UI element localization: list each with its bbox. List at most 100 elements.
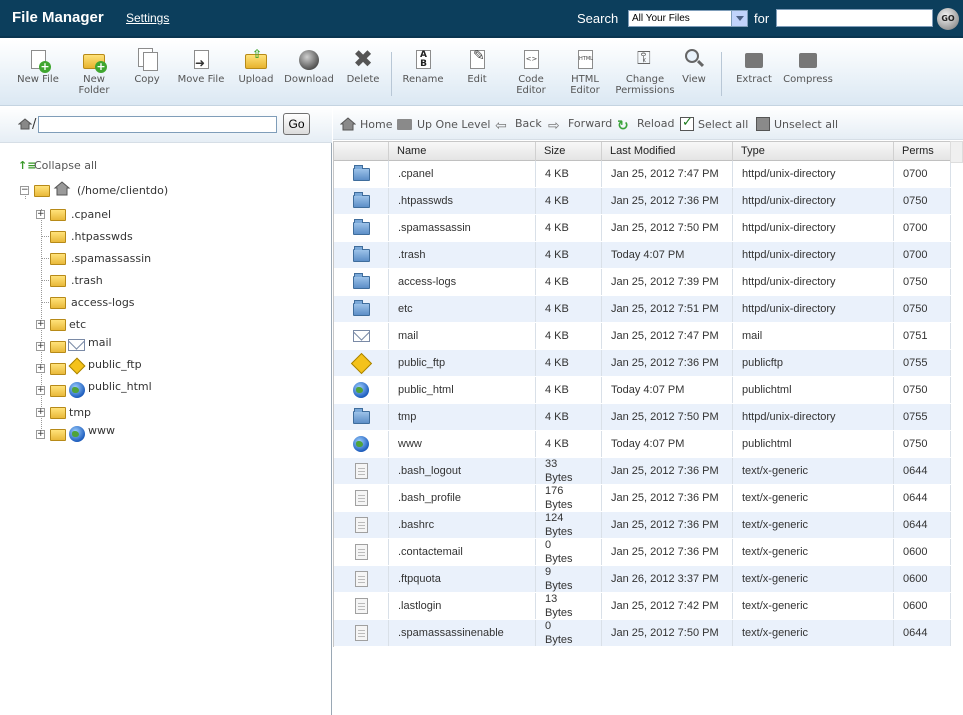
table-row[interactable]: .lastlogin 13 Bytes Jan 25, 2012 7:42 PM te… (334, 593, 951, 620)
row-perms-cell: 0600 (894, 593, 951, 619)
row-name-cell[interactable]: .cpanel (389, 161, 536, 187)
tree-item-label: .spamassassin (71, 252, 152, 265)
table-row[interactable]: etc 4 KB Jan 25, 2012 7:51 PM httpd/unix-di… (334, 296, 951, 323)
row-name-cell[interactable]: mail (389, 323, 536, 349)
table-row[interactable]: mail 4 KB Jan 25, 2012 7:47 PM mail 0751 (334, 323, 951, 350)
home-icon[interactable] (17, 118, 33, 130)
row-perms-cell: 0600 (894, 539, 951, 565)
expand-toggle-icon[interactable]: + (36, 320, 45, 329)
copy-button[interactable]: Copy (127, 48, 167, 85)
expand-toggle-icon[interactable]: + (36, 386, 45, 395)
search-input[interactable] (776, 9, 933, 27)
table-row[interactable]: .ftpquota 9 Bytes Jan 26, 2012 3:37 PM text… (334, 566, 951, 593)
forward-button[interactable]: ⇨ Forward (548, 117, 612, 133)
move-file-button[interactable]: ➜ Move File (174, 48, 228, 85)
row-name-cell[interactable]: .htpasswds (389, 188, 536, 214)
expand-toggle-icon[interactable]: + (36, 408, 45, 417)
view-label: View (682, 74, 706, 85)
new-folder-label: New Folder (78, 74, 110, 96)
delete-button[interactable]: ✖ Delete (343, 45, 383, 85)
up-one-level-button[interactable]: Up One Level (397, 117, 490, 131)
unselect-all-button[interactable]: Unselect all (756, 117, 838, 131)
table-row[interactable]: .spamassassinenable 0 Bytes Jan 25, 2012 7… (334, 620, 951, 647)
chevron-down-icon[interactable] (731, 11, 747, 26)
row-perms-cell: 0700 (894, 242, 951, 268)
search-go-button[interactable]: GO (937, 8, 959, 30)
row-size-cell: 4 KB (536, 269, 602, 295)
path-go-button[interactable]: Go (283, 113, 310, 135)
row-name-cell[interactable]: .spamassassin (389, 215, 536, 241)
code-editor-button[interactable]: <> Code Editor (508, 48, 554, 96)
table-row[interactable]: .bashrc 124 Bytes Jan 25, 2012 7:36 PM text… (334, 512, 951, 539)
new-file-button[interactable]: + New File (16, 48, 60, 85)
collapse-all-link[interactable]: ↑≡Collapse all (18, 159, 97, 172)
table-row[interactable]: .bash_logout 33 Bytes Jan 25, 2012 7:36 PM… (334, 458, 951, 485)
change-permissions-label: Change Permissions (615, 74, 675, 96)
table-row[interactable]: .cpanel 4 KB Jan 25, 2012 7:47 PM httpd/uni… (334, 161, 951, 188)
row-name-cell[interactable]: .ftpquota (389, 566, 536, 592)
download-button[interactable]: Download (283, 48, 335, 85)
row-name-cell[interactable]: .trash (389, 242, 536, 268)
row-modified-cell: Today 4:07 PM (602, 377, 733, 403)
table-row[interactable]: www 4 KB Today 4:07 PM publichtml 0750 (334, 431, 951, 458)
folder-icon (352, 272, 370, 289)
table-row[interactable]: .htpasswds 4 KB Jan 25, 2012 7:36 PM httpd/… (334, 188, 951, 215)
rename-icon: AB (411, 48, 435, 72)
row-name-cell[interactable]: .bashrc (389, 512, 536, 538)
row-modified-cell: Jan 25, 2012 7:36 PM (602, 188, 733, 214)
column-name-header[interactable]: Name (389, 142, 536, 161)
table-row[interactable]: public_html 4 KB Today 4:07 PM publichtml 07… (334, 377, 951, 404)
row-name-cell[interactable]: www (389, 431, 536, 457)
home-button[interactable]: Home (339, 117, 392, 131)
view-button[interactable]: View (678, 48, 710, 85)
column-perms-header[interactable]: Perms (894, 142, 951, 161)
row-name-cell[interactable]: .bash_profile (389, 485, 536, 511)
table-row[interactable]: .trash 4 KB Today 4:07 PM httpd/unix-direct… (334, 242, 951, 269)
column-modified-header[interactable]: Last Modified (602, 142, 733, 161)
reload-button[interactable]: ↻ Reload (617, 117, 674, 133)
expand-toggle-icon[interactable]: + (36, 430, 45, 439)
row-name-cell[interactable]: public_html (389, 377, 536, 403)
row-name-cell[interactable]: .contactemail (389, 539, 536, 565)
rename-button[interactable]: AB Rename (400, 48, 446, 85)
table-row[interactable]: access-logs 4 KB Jan 25, 2012 7:39 PM httpd… (334, 269, 951, 296)
table-row[interactable]: .spamassassin 4 KB Jan 25, 2012 7:50 PM htt… (334, 215, 951, 242)
select-all-button[interactable]: Select all (680, 115, 748, 131)
expand-toggle-icon[interactable]: + (36, 364, 45, 373)
new-folder-button[interactable]: + New Folder (72, 48, 116, 96)
key-icon: ⚿ (637, 48, 651, 69)
extract-button[interactable]: Extract (732, 48, 776, 85)
code-editor-icon: <> (519, 48, 543, 72)
search-scope-select[interactable]: All Your Files (628, 10, 748, 27)
table-row[interactable]: tmp 4 KB Jan 25, 2012 7:50 PM httpd/unix-di… (334, 404, 951, 431)
row-name-cell[interactable]: public_ftp (389, 350, 536, 376)
html-editor-button[interactable]: HTML HTML Editor (563, 48, 607, 96)
row-size-cell: 4 KB (536, 296, 602, 322)
row-size-cell: 13 Bytes (536, 593, 602, 619)
path-input[interactable] (38, 116, 277, 133)
row-name-cell[interactable]: .lastlogin (389, 593, 536, 619)
document-icon (354, 625, 368, 641)
back-button[interactable]: ⇦ Back (495, 117, 542, 133)
table-row[interactable]: .contactemail 0 Bytes Jan 25, 2012 7:36 PM… (334, 539, 951, 566)
expand-toggle-icon[interactable]: + (36, 342, 45, 351)
edit-button[interactable]: ✎ Edit (459, 48, 495, 85)
table-row[interactable]: public_ftp 4 KB Jan 25, 2012 7:36 PM public… (334, 350, 951, 377)
row-size-cell: 176 Bytes (536, 485, 602, 511)
table-row[interactable]: .bash_profile 176 Bytes Jan 25, 2012 7:36 … (334, 485, 951, 512)
row-name-cell[interactable]: .spamassassinenable (389, 620, 536, 646)
row-size-cell: 33 Bytes (536, 458, 602, 484)
row-name-cell[interactable]: etc (389, 296, 536, 322)
column-type-header[interactable]: Type (733, 142, 894, 161)
column-size-header[interactable]: Size (536, 142, 602, 161)
compress-button[interactable]: Compress (781, 48, 835, 85)
settings-link[interactable]: Settings (126, 11, 169, 25)
tree-item-label: mail (88, 336, 112, 349)
upload-button[interactable]: ⇧ Upload (234, 47, 278, 85)
row-name-cell[interactable]: tmp (389, 404, 536, 430)
row-name-cell[interactable]: access-logs (389, 269, 536, 295)
change-permissions-button[interactable]: ⚿ Change Permissions (613, 48, 677, 96)
collapse-toggle-icon[interactable]: − (20, 186, 29, 195)
expand-toggle-icon[interactable]: + (36, 210, 45, 219)
row-name-cell[interactable]: .bash_logout (389, 458, 536, 484)
